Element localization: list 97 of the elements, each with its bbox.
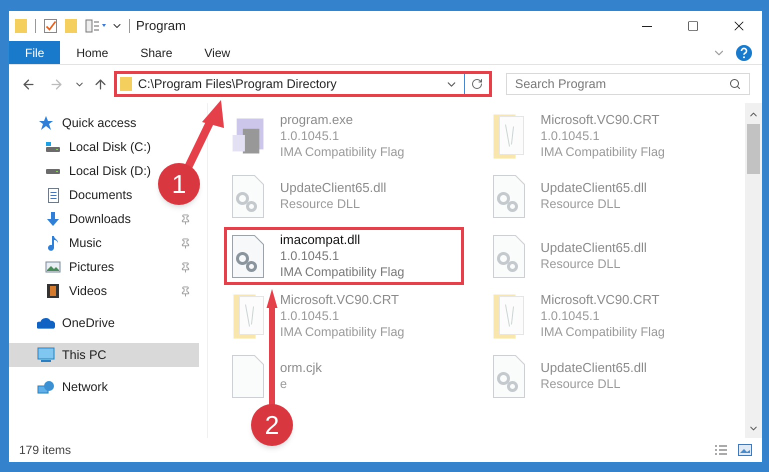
blank-file-icon [232,354,264,398]
file-detail: Resource DLL [540,256,622,272]
nav-label: OneDrive [62,314,115,332]
file-detail: Resource DLL [540,196,622,212]
nav-item[interactable]: Music [44,231,102,255]
gear-file-icon [492,354,524,398]
file-name: Microsoft.VC90.CRT [280,292,400,308]
maximize-icon [687,20,699,32]
file-detail: 1.0.1045.1 [540,308,601,324]
nav-item[interactable]: Downloads [44,207,131,231]
search-field[interactable]: Search Program [506,73,750,95]
ribbon-tab[interactable]: Home [60,41,124,64]
ribbon-tab[interactable]: Share [124,41,188,64]
nav-item[interactable]: This PC [9,343,199,367]
file-detail: Resource DLL [540,376,622,392]
search-input[interactable]: Search Program [515,74,729,94]
drive-icon [45,142,61,152]
pin-icon[interactable] [180,286,191,296]
large-icons-view-icon[interactable] [738,444,752,456]
item-count: 179 items [19,442,72,459]
pin-icon[interactable] [180,214,191,224]
file-detail: 1.0.1045.1 [540,128,601,144]
nav-item[interactable]: Quick access [37,111,136,135]
file-name: program.exe [280,112,354,128]
drive-icon [45,168,61,174]
program-icon [232,118,264,154]
scroll-thumb[interactable] [747,124,760,174]
gear-file-icon [232,234,264,278]
gear-file-icon [492,234,524,278]
help-icon[interactable] [736,44,752,60]
nav-label: This PC [62,346,106,364]
address-path: C:\Program Files\Program Directory [138,76,337,93]
file-detail: IMA Compatibility Flag [280,264,404,280]
file-detail: 1.0.1045.1 [280,128,340,144]
file-detail: e [280,376,288,392]
gear-file-icon [232,174,264,218]
forward-icon[interactable] [49,76,64,92]
cloud-icon [37,317,55,329]
download-arrow-icon [45,211,61,227]
properties-icon[interactable] [85,19,107,33]
star-icon [38,115,54,131]
nav-item[interactable]: Pictures [44,255,114,279]
file-name: Microsoft.VC90.CRT [540,292,660,308]
pin-icon[interactable] [180,238,191,248]
folder-icon [120,77,132,91]
nav-label: Local Disk (C:) [69,138,151,156]
computer-icon [37,347,55,363]
file-name: UpdateClient65.dll [540,360,647,376]
nav-item[interactable]: Videos [44,279,107,303]
nav-item[interactable]: Network [37,375,108,399]
file-name: UpdateClient65.dll [540,240,647,256]
up-icon[interactable] [93,76,108,92]
document-icon [48,188,58,202]
gear-file-icon [492,174,524,218]
file-item[interactable]: imacompat.dll 1.0.1045.1 IMA Compatibility Flag [224,227,464,285]
checklist-icon[interactable] [44,19,57,33]
ribbon-tab[interactable]: View [188,41,246,64]
nav-label: Quick access [62,114,136,132]
file-detail: IMA Compatibility Flag [280,144,404,160]
folder-icon [493,114,524,158]
file-detail: IMA Compatibility Flag [280,324,404,340]
nav-item[interactable]: Local Disk (D:) [44,159,151,183]
refresh-icon[interactable] [471,78,483,90]
nav-label: Downloads [69,210,131,228]
nav-label: Pictures [69,258,114,276]
back-icon[interactable] [21,76,36,92]
network-icon [37,380,55,394]
nav-item[interactable]: Documents [44,183,132,207]
file-detail: IMA Compatibility Flag [540,324,665,340]
file-name: UpdateClient65.dll [280,180,386,196]
details-view-icon[interactable] [714,445,728,455]
search-icon[interactable] [729,78,741,90]
folder-icon [493,294,524,338]
file-detail: Resource DLL [280,196,361,212]
nav-label: Music [69,234,102,252]
scrollbar[interactable] [745,103,762,438]
window-title: Program [136,17,186,36]
nav-label: Documents [69,186,132,204]
file-detail: IMA Compatibility Flag [540,144,665,160]
ribbon-tab[interactable]: File [9,41,60,64]
pin-icon[interactable] [180,262,191,272]
nav-item[interactable]: Local Disk (C:) [44,135,151,159]
address-bar[interactable]: C:\Program Files\Program Directory [114,71,492,97]
film-icon [47,284,59,298]
nav-label: Local Disk (D:) [69,162,151,180]
file-name: Microsoft.VC90.CRT [540,112,660,128]
file-detail: 1.0.1045.1 [280,248,340,264]
file-detail: 1.0.1045.1 [280,308,340,324]
music-note-icon [45,235,61,251]
file-name: imacompat.dll [280,232,362,248]
folder-icon [232,294,264,338]
file-name: orm.cjk [280,360,322,376]
nav-label: Network [62,378,108,396]
nav-item[interactable]: OneDrive [37,311,115,335]
file-name: UpdateClient65.dll [540,180,647,196]
picture-icon [45,261,61,273]
nav-label: Videos [69,282,107,300]
